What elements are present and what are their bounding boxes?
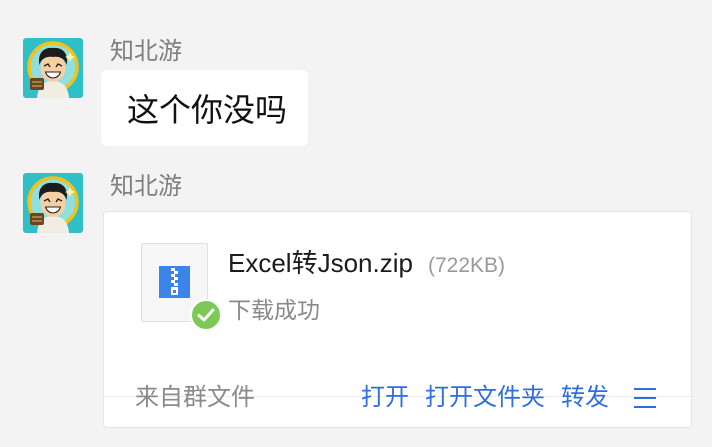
check-circle-icon bbox=[190, 299, 222, 331]
avatar-icon[interactable] bbox=[23, 38, 83, 98]
message-bubble[interactable]: 这个你没吗 bbox=[101, 70, 308, 146]
menu-icon[interactable] bbox=[634, 388, 656, 408]
file-size: (722KB) bbox=[427, 254, 506, 277]
sender-name: 知北游 bbox=[110, 173, 182, 200]
file-title-row: Excel转Json.zip (722KB) bbox=[228, 247, 505, 279]
file-card[interactable]: Excel转Json.zip (722KB) 下载成功 来自群文件 打开 打开文… bbox=[103, 211, 692, 428]
open-folder-button[interactable]: 打开文件夹 bbox=[425, 383, 545, 413]
file-name[interactable]: Excel转Json.zip bbox=[228, 247, 413, 279]
zip-file-icon bbox=[159, 266, 190, 298]
forward-button[interactable]: 转发 bbox=[561, 383, 609, 413]
file-source-label: 来自群文件 bbox=[135, 384, 255, 411]
open-button[interactable]: 打开 bbox=[361, 383, 409, 413]
download-status: 下载成功 bbox=[228, 297, 320, 323]
avatar-icon[interactable] bbox=[23, 173, 83, 233]
message-text: 这个你没吗 bbox=[127, 92, 288, 128]
sender-name: 知北游 bbox=[110, 38, 182, 65]
